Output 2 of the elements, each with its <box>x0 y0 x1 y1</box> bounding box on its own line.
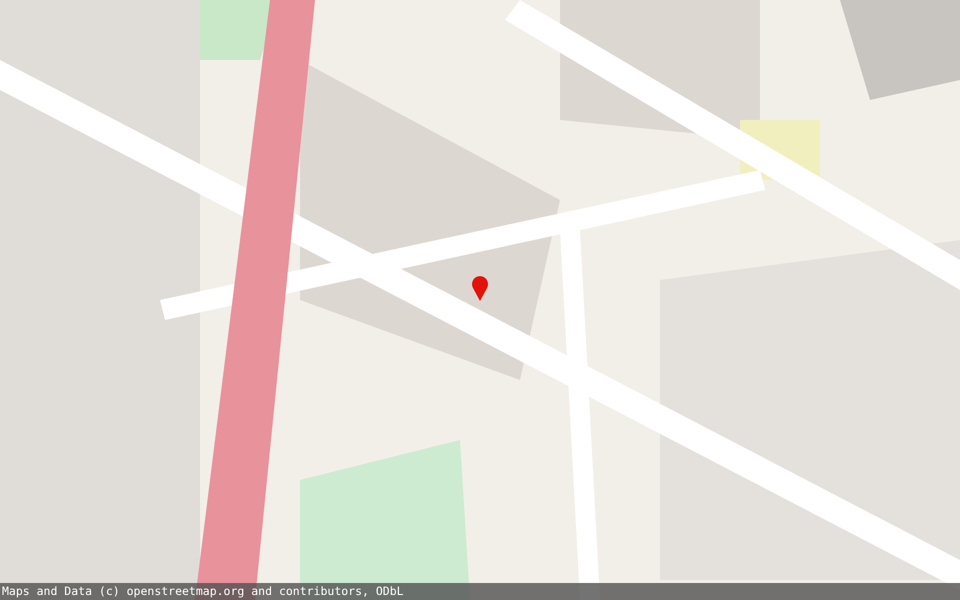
attribution-text: Maps and Data (c) openstreetmap.org and contributors, ODbL <box>0 583 960 600</box>
map-pin-icon[interactable] <box>471 275 489 301</box>
